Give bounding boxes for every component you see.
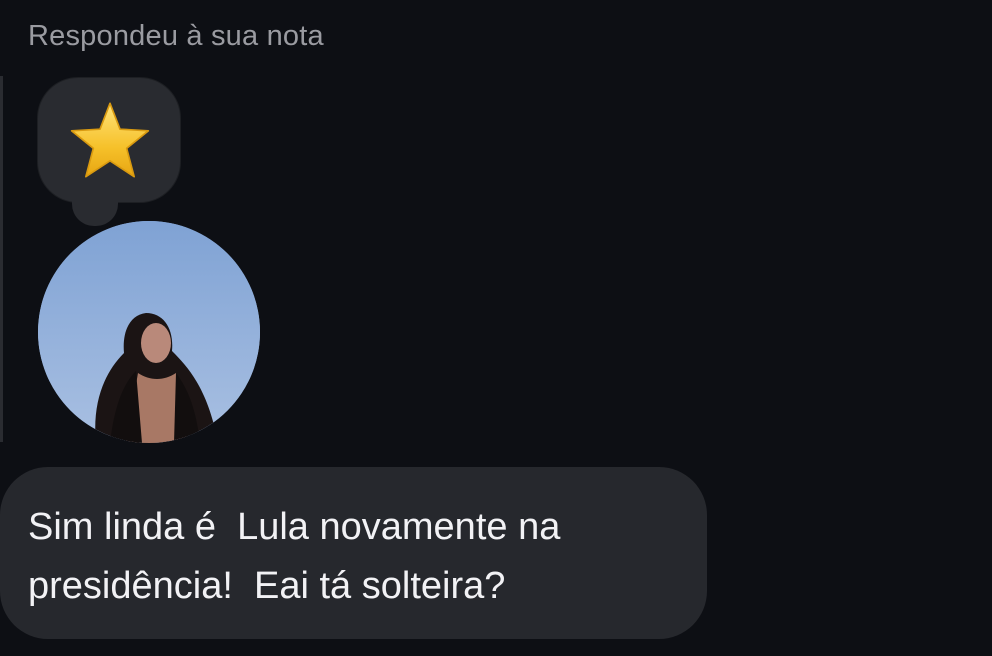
chat-screen: Respondeu à sua nota Sim linda é Lula no… [0,0,992,656]
quote-bar [0,76,3,442]
avatar[interactable] [38,221,260,443]
note-bubble-tail [72,188,118,226]
avatar-photo [38,221,260,443]
star-icon [70,102,150,178]
message-text: Sim linda é Lula novamente na presidênci… [28,506,561,607]
reply-caption: Respondeu à sua nota [28,20,324,52]
